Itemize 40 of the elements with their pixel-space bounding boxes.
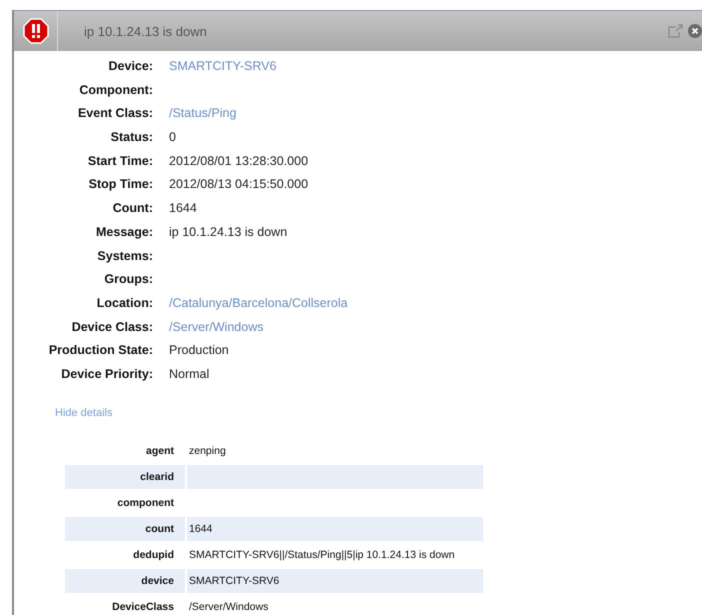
close-icon[interactable]: [688, 24, 702, 38]
field-value: 0: [169, 129, 177, 146]
event-title: ip 10.1.24.13 is down: [84, 24, 208, 38]
detail-value: zenping: [188, 444, 227, 459]
detail-value: SMARTCITY-SRV6: [187, 568, 483, 593]
field-value: Normal: [169, 366, 210, 383]
hide-details-link[interactable]: Hide details: [55, 406, 112, 419]
detail-key: device: [65, 568, 185, 593]
field-value: Production: [169, 342, 230, 360]
field-value: 1644: [169, 200, 198, 218]
field-label: Event Class:: [76, 105, 153, 122]
field-label: Device Class:: [70, 318, 153, 336]
field-link[interactable]: /Catalunya/Barcelona/Collserola: [169, 292, 348, 316]
field-label: Message:: [95, 224, 153, 241]
field-label: Device Priority:: [60, 366, 153, 383]
field-label: Production State:: [48, 342, 153, 360]
field-value: ip 10.1.24.13 is down: [169, 224, 288, 241]
field-label: Location:: [96, 294, 153, 312]
detail-value: /Server/Windows: [188, 600, 270, 615]
field-label: Systems:: [96, 248, 153, 265]
field-label: Count:: [112, 200, 153, 218]
detail-key: count: [65, 516, 185, 541]
detail-key: agent: [65, 438, 185, 463]
detail-value: 1644: [187, 516, 483, 541]
detail-key: dedupid: [65, 542, 185, 567]
field-link[interactable]: /Server/Windows: [169, 316, 348, 340]
field-value: 2012/08/13 04:15:50.000: [169, 176, 310, 194]
field-label: Device:: [108, 58, 153, 75]
detail-key: clearid: [65, 464, 185, 489]
field-label: Start Time:: [86, 152, 153, 170]
detail-value: SMARTCITY-SRV6||/Status/Ping||5|ip 10.1.24.13 is down: [188, 548, 456, 563]
field-label: Status:: [110, 129, 153, 146]
field-label: Groups:: [103, 271, 153, 288]
field-label: Stop Time:: [88, 176, 153, 194]
detail-key: component: [65, 490, 185, 515]
field-link[interactable]: /Status/Ping: [169, 102, 348, 126]
detail-key: DeviceClass: [65, 594, 185, 615]
field-value: 2012/08/01 13:28:30.000: [169, 152, 310, 170]
field-link[interactable]: SMARTCITY-SRV6: [169, 55, 348, 79]
field-label: Component:: [78, 82, 153, 99]
